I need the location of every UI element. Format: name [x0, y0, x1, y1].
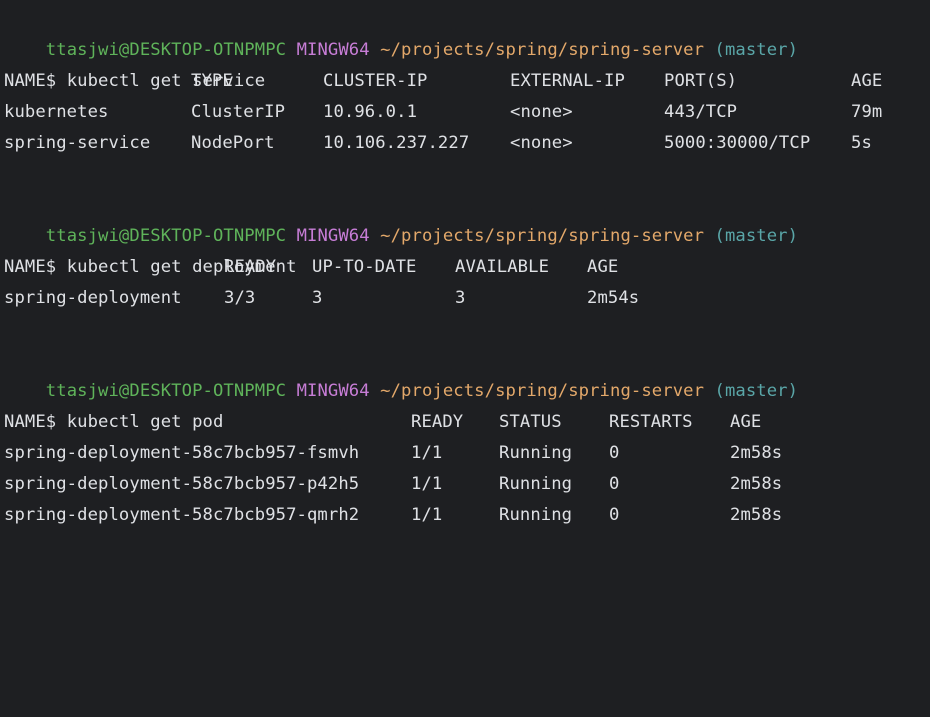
table-cell: 10.106.237.227 — [323, 133, 470, 153]
table-header: NAME TYPE CLUSTER-IP EXTERNAL-IP PORT(S)… — [4, 66, 930, 97]
prompt-path: ~/projects/spring/spring-server — [380, 40, 705, 60]
command-line: $ kubectl get deployment — [4, 221, 297, 277]
table-cell: ClusterIP — [191, 102, 286, 122]
header-cell: READY — [411, 412, 464, 432]
table-cell: kubernetes — [4, 102, 109, 122]
table-cell: <none> — [510, 133, 573, 153]
prompt-line: ttasjwi@DESKTOP-OTNPMPC MINGW64 ~/projec… — [4, 4, 798, 60]
table-cell: 0 — [609, 505, 620, 525]
table-cell: spring-deployment — [4, 288, 182, 308]
prompt-system: MINGW64 — [296, 40, 370, 60]
table-cell: 0 — [609, 474, 620, 494]
prompt-system: MINGW64 — [296, 381, 370, 401]
header-cell: NAME — [4, 257, 46, 277]
table-cell: Running — [499, 443, 573, 463]
table-cell: spring-deployment-58c7bcb957-qmrh2 — [4, 505, 360, 525]
terminal-window[interactable]: ttasjwi@DESKTOP-OTNPMPC MINGW64 ~/projec… — [0, 0, 930, 537]
table-cell: 2m58s — [730, 443, 783, 463]
header-cell: PORT(S) — [664, 71, 738, 91]
table-cell: 5s — [851, 133, 872, 153]
header-cell: NAME — [4, 71, 46, 91]
table-cell: 3 — [455, 288, 466, 308]
table-cell: 443/TCP — [664, 102, 738, 122]
table-cell: 1/1 — [411, 443, 443, 463]
header-cell: AGE — [851, 71, 883, 91]
table-row: spring-deployment-58c7bcb957-qmrh2 1/1 R… — [4, 500, 930, 531]
header-cell: AGE — [730, 412, 762, 432]
header-cell: NAME — [4, 412, 46, 432]
table-row: spring-deployment-58c7bcb957-p42h5 1/1 R… — [4, 469, 930, 500]
header-cell: AVAILABLE — [455, 257, 550, 277]
header-cell: READY — [224, 257, 277, 277]
table-header: NAME READY STATUS RESTARTS AGE — [4, 407, 930, 438]
table-cell: 79m — [851, 102, 883, 122]
table-cell: spring-service — [4, 133, 151, 153]
table-cell: 2m58s — [730, 474, 783, 494]
header-cell: STATUS — [499, 412, 562, 432]
table-row: spring-deployment 3/3 3 3 2m54s — [4, 283, 930, 314]
header-cell: AGE — [587, 257, 619, 277]
table-cell: 1/1 — [411, 474, 443, 494]
prompt-line: ttasjwi@DESKTOP-OTNPMPC MINGW64 ~/projec… — [4, 345, 798, 401]
table-header: NAME READY UP-TO-DATE AVAILABLE AGE — [4, 252, 930, 283]
table-cell: 5000:30000/TCP — [664, 133, 811, 153]
command-line: $ kubectl get service — [4, 35, 265, 91]
table-cell: 10.96.0.1 — [323, 102, 418, 122]
table-cell: 3 — [312, 288, 323, 308]
table-cell: Running — [499, 505, 573, 525]
prompt-system: MINGW64 — [296, 226, 370, 246]
table-row: spring-service NodePort 10.106.237.227 <… — [4, 128, 930, 159]
prompt-path: ~/projects/spring/spring-server — [380, 381, 705, 401]
prompt-line: ttasjwi@DESKTOP-OTNPMPC MINGW64 ~/projec… — [4, 190, 798, 246]
table-cell: 1/1 — [411, 505, 443, 525]
header-cell: TYPE — [191, 71, 233, 91]
header-cell: CLUSTER-IP — [323, 71, 428, 91]
table-cell: 2m58s — [730, 505, 783, 525]
header-cell: EXTERNAL-IP — [510, 71, 625, 91]
table-cell: 3/3 — [224, 288, 256, 308]
header-cell: UP-TO-DATE — [312, 257, 417, 277]
table-row: spring-deployment-58c7bcb957-fsmvh 1/1 R… — [4, 438, 930, 469]
table-row: kubernetes ClusterIP 10.96.0.1 <none> 44… — [4, 97, 930, 128]
table-cell: 2m54s — [587, 288, 640, 308]
command-line: $ kubectl get pod — [4, 376, 224, 432]
prompt-path: ~/projects/spring/spring-server — [380, 226, 705, 246]
prompt-branch: (master) — [714, 226, 799, 246]
table-cell: Running — [499, 474, 573, 494]
table-cell: 0 — [609, 443, 620, 463]
header-cell: RESTARTS — [609, 412, 693, 432]
prompt-branch: (master) — [714, 381, 799, 401]
table-cell: spring-deployment-58c7bcb957-p42h5 — [4, 474, 360, 494]
table-cell: spring-deployment-58c7bcb957-fsmvh — [4, 443, 360, 463]
prompt-branch: (master) — [714, 40, 799, 60]
table-cell: NodePort — [191, 133, 275, 153]
table-cell: <none> — [510, 102, 573, 122]
